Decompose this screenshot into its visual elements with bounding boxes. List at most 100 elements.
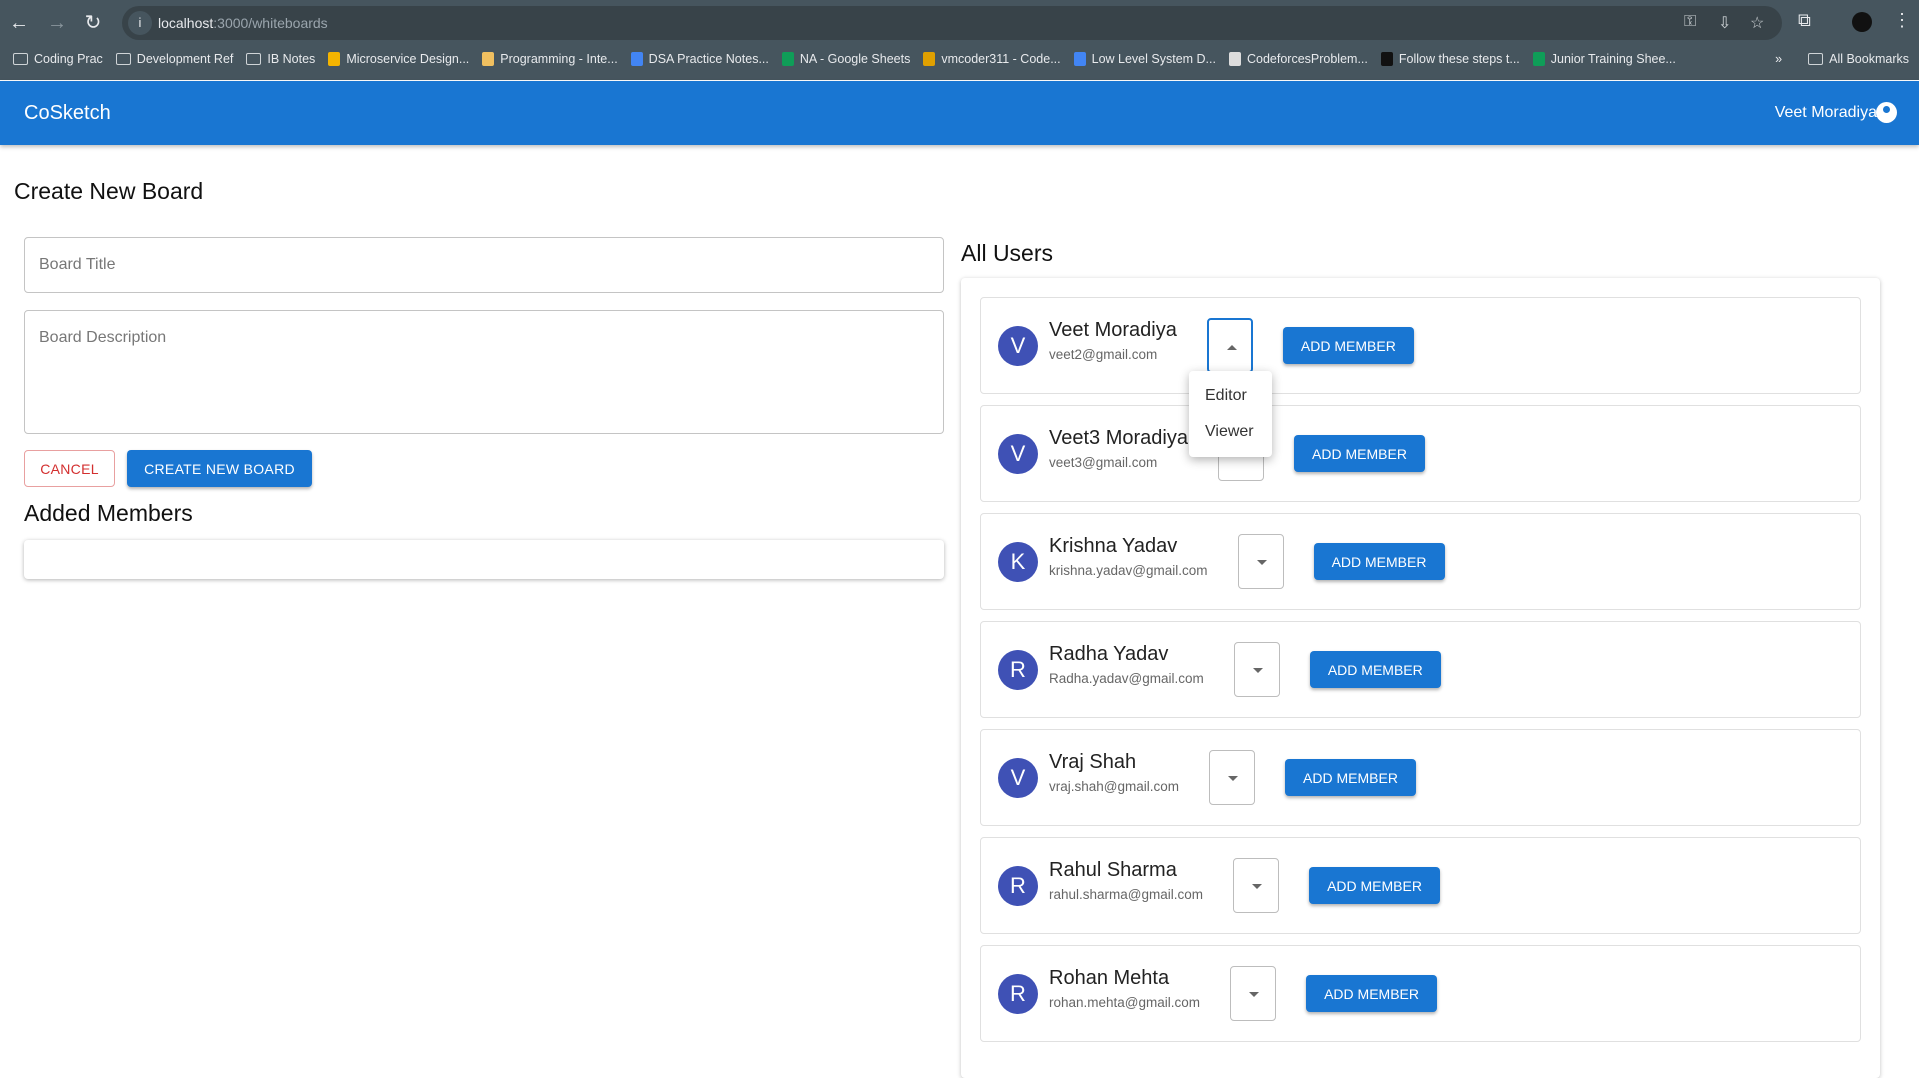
more-bookmarks-icon[interactable]: » [1775, 52, 1782, 66]
extensions-icon[interactable]: ⧉ [1798, 10, 1811, 31]
bookmark-label: CodeforcesProblem... [1246, 52, 1368, 66]
avatar: R [998, 649, 1038, 690]
avatar: V [998, 433, 1038, 474]
folder-icon [115, 53, 131, 65]
folder-icon [13, 53, 28, 65]
board-description-input[interactable]: Board Description [24, 310, 944, 434]
address-bar[interactable]: i localhost:3000/whiteboards ⚿ ⇩ ☆ [122, 6, 1782, 40]
add-member-button[interactable]: ADD MEMBER [1309, 651, 1441, 688]
bookmark-label: NA - Google Sheets [799, 52, 911, 66]
avatar: R [998, 865, 1038, 906]
user-name: Vraj Shah [1049, 751, 1137, 773]
user-card: R Rohan Mehta rohan.mehta@gmail.com ADD … [980, 945, 1861, 1042]
bookmark-item[interactable]: DSA Practice Notes... [630, 52, 769, 66]
account-icon[interactable] [1876, 102, 1897, 123]
role-select[interactable] [1237, 534, 1284, 589]
user-card: V Veet3 Moradiya veet3@gmail.com ADD MEM… [980, 405, 1861, 502]
role-option-viewer[interactable]: Viewer [1189, 414, 1272, 450]
user-email: rahul.sharma@gmail.com [1049, 887, 1204, 902]
role-select[interactable] [1233, 858, 1280, 913]
user-card: R Radha Yadav Radha.yadav@gmail.com ADD … [980, 621, 1861, 718]
bookmark-label: Junior Training Shee... [1550, 52, 1676, 66]
bookmark-item[interactable]: vmcoder311 - Code... [923, 52, 1061, 66]
bookmark-item[interactable]: Follow these steps t... [1380, 52, 1520, 66]
back-icon[interactable]: ← [6, 10, 32, 36]
bookmark-label: Low Level System D... [1091, 52, 1216, 66]
avatar: V [998, 757, 1038, 798]
bookmark-item[interactable]: Microservice Design... [328, 52, 469, 66]
all-users-heading: All Users [961, 240, 1054, 266]
chart-icon [923, 52, 936, 66]
users-list: V Veet Moradiya veet2@gmail.com ADD MEMB… [961, 278, 1880, 1078]
added-members-heading: Added Members [24, 500, 193, 526]
app-bar: CoSketch Veet Moradiya [0, 81, 1919, 145]
bookmark-label: Microservice Design... [346, 52, 470, 66]
user-email: Radha.yadav@gmail.com [1049, 671, 1204, 686]
site-icon [482, 52, 495, 66]
folder-icon [246, 53, 262, 65]
user-name: Rahul Sharma [1049, 859, 1177, 881]
cancel-button[interactable]: CANCEL [24, 450, 115, 487]
page-title: Create New Board [14, 178, 204, 204]
sheets-icon [781, 52, 794, 66]
key-icon[interactable]: ⚿ [1684, 13, 1696, 31]
profile-avatar[interactable] [1852, 12, 1872, 32]
user-card: V Vraj Shah vraj.shah@gmail.com ADD MEMB… [980, 729, 1861, 826]
user-email: vraj.shah@gmail.com [1049, 779, 1179, 794]
role-menu: Editor Viewer [1189, 371, 1272, 457]
bookmark-item[interactable]: Programming - Inte... [482, 52, 618, 66]
user-name: Veet3 Moradiya [1049, 427, 1188, 449]
menu-icon[interactable]: ⋮ [1893, 10, 1911, 31]
user-email: veet3@gmail.com [1049, 455, 1158, 470]
board-description-placeholder: Board Description [39, 329, 167, 346]
reload-icon[interactable]: ↻ [80, 10, 106, 36]
user-card: K Krishna Yadav krishna.yadav@gmail.com … [980, 513, 1861, 610]
add-member-button[interactable]: ADD MEMBER [1285, 759, 1416, 796]
role-select[interactable] [1209, 750, 1255, 805]
all-bookmarks[interactable]: All Bookmarks [1829, 52, 1909, 66]
install-icon[interactable]: ⇩ [1718, 13, 1731, 33]
avatar: V [998, 325, 1038, 366]
globe-icon [1228, 52, 1241, 66]
bookmark-item[interactable]: Junior Training Shee... [1532, 52, 1676, 66]
star-icon[interactable]: ☆ [1750, 13, 1764, 33]
user-name: Radha Yadav [1049, 643, 1169, 665]
folder-icon [1808, 53, 1824, 65]
role-select[interactable] [1230, 966, 1277, 1021]
bookmark-item[interactable]: NA - Google Sheets [781, 52, 911, 66]
role-option-editor[interactable]: Editor [1189, 378, 1272, 414]
role-select[interactable] [1233, 642, 1280, 697]
bookmark-label: DSA Practice Notes... [648, 52, 769, 66]
bookmark-label: vmcoder311 - Code... [941, 52, 1061, 66]
bookmark-item[interactable]: Low Level System D... [1073, 52, 1216, 66]
user-email: veet2@gmail.com [1049, 347, 1158, 362]
user-name: Rohan Mehta [1049, 967, 1170, 989]
forward-icon[interactable]: → [44, 10, 70, 36]
add-member-button[interactable]: ADD MEMBER [1282, 327, 1414, 364]
bookmark-label: Follow these steps t... [1398, 52, 1520, 66]
add-member-button[interactable]: ADD MEMBER [1306, 975, 1438, 1012]
site-info-icon[interactable]: i [128, 11, 152, 35]
docs-icon [1073, 52, 1086, 66]
board-title-placeholder: Board Title [39, 256, 116, 273]
bookmark-label: Programming - Inte... [500, 52, 618, 66]
add-member-button[interactable]: ADD MEMBER [1293, 435, 1425, 472]
add-member-button[interactable]: ADD MEMBER [1313, 543, 1445, 580]
bookmark-item[interactable]: CodeforcesProblem... [1228, 52, 1368, 66]
added-members-list [24, 540, 944, 579]
bookmark-label: IB Notes [267, 52, 316, 66]
bookmarks-bar: Coding Prac Development Ref IB Notes Micros… [0, 44, 1919, 74]
board-title-input[interactable]: Board Title [24, 237, 944, 293]
avatar: K [998, 541, 1038, 582]
bookmark-item[interactable]: Coding Prac [13, 52, 103, 66]
bookmark-item[interactable]: IB Notes [246, 52, 315, 66]
role-select[interactable] [1206, 318, 1253, 373]
docs-icon [630, 52, 643, 66]
add-member-button[interactable]: ADD MEMBER [1309, 867, 1441, 904]
user-card: V Veet Moradiya veet2@gmail.com ADD MEMB… [980, 297, 1861, 394]
bookmark-item[interactable]: Development Ref [115, 52, 233, 66]
user-email: krishna.yadav@gmail.com [1049, 563, 1208, 578]
brand-logo[interactable]: CoSketch [24, 102, 111, 125]
site-icon [1380, 52, 1393, 66]
create-board-button[interactable]: CREATE NEW BOARD [127, 450, 312, 487]
